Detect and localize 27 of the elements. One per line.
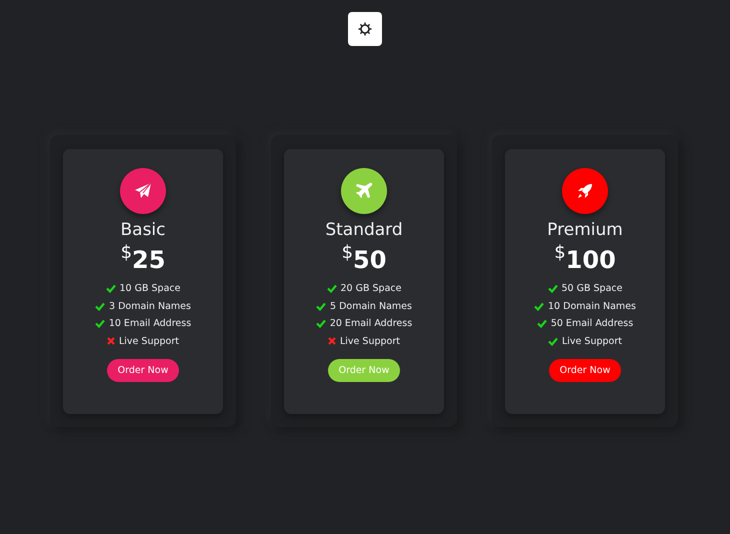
feature-text: 10 Email Address bbox=[108, 318, 192, 330]
feature-text: 20 Email Address bbox=[330, 318, 412, 330]
feature-text: 10 GB Space bbox=[120, 283, 180, 294]
plan-name: Standard bbox=[325, 220, 403, 240]
plan-name: Basic bbox=[120, 220, 166, 240]
theme-toggle-button[interactable] bbox=[348, 12, 382, 46]
sun-icon bbox=[358, 22, 372, 36]
order-button[interactable]: Order Now bbox=[106, 359, 180, 382]
airplane-icon bbox=[354, 181, 374, 201]
feature-text: 50 Email Address bbox=[550, 318, 634, 330]
order-button[interactable]: Order Now bbox=[548, 359, 622, 382]
rocket-icon bbox=[575, 181, 595, 201]
feature-text: 10 Domain Names bbox=[548, 300, 636, 312]
plan-price: 25 bbox=[132, 246, 166, 274]
feature-text: 5 Domain Names bbox=[330, 300, 412, 312]
currency-symbol: $ bbox=[342, 242, 354, 263]
plan-name: Premium bbox=[547, 220, 623, 240]
feature-text: 3 Domain Names bbox=[109, 300, 191, 312]
currency-symbol: $ bbox=[554, 242, 566, 263]
feature-text: 20 GB Space bbox=[340, 283, 402, 294]
currency-symbol: $ bbox=[120, 242, 132, 263]
feature-text: Live Support bbox=[562, 336, 622, 347]
feature-text: Live Support bbox=[340, 336, 400, 347]
feature-text: Live Support bbox=[119, 336, 179, 347]
feature-text: 50 GB Space bbox=[562, 283, 622, 294]
plan-price: 50 bbox=[353, 246, 386, 274]
plan-price: 100 bbox=[566, 246, 616, 274]
